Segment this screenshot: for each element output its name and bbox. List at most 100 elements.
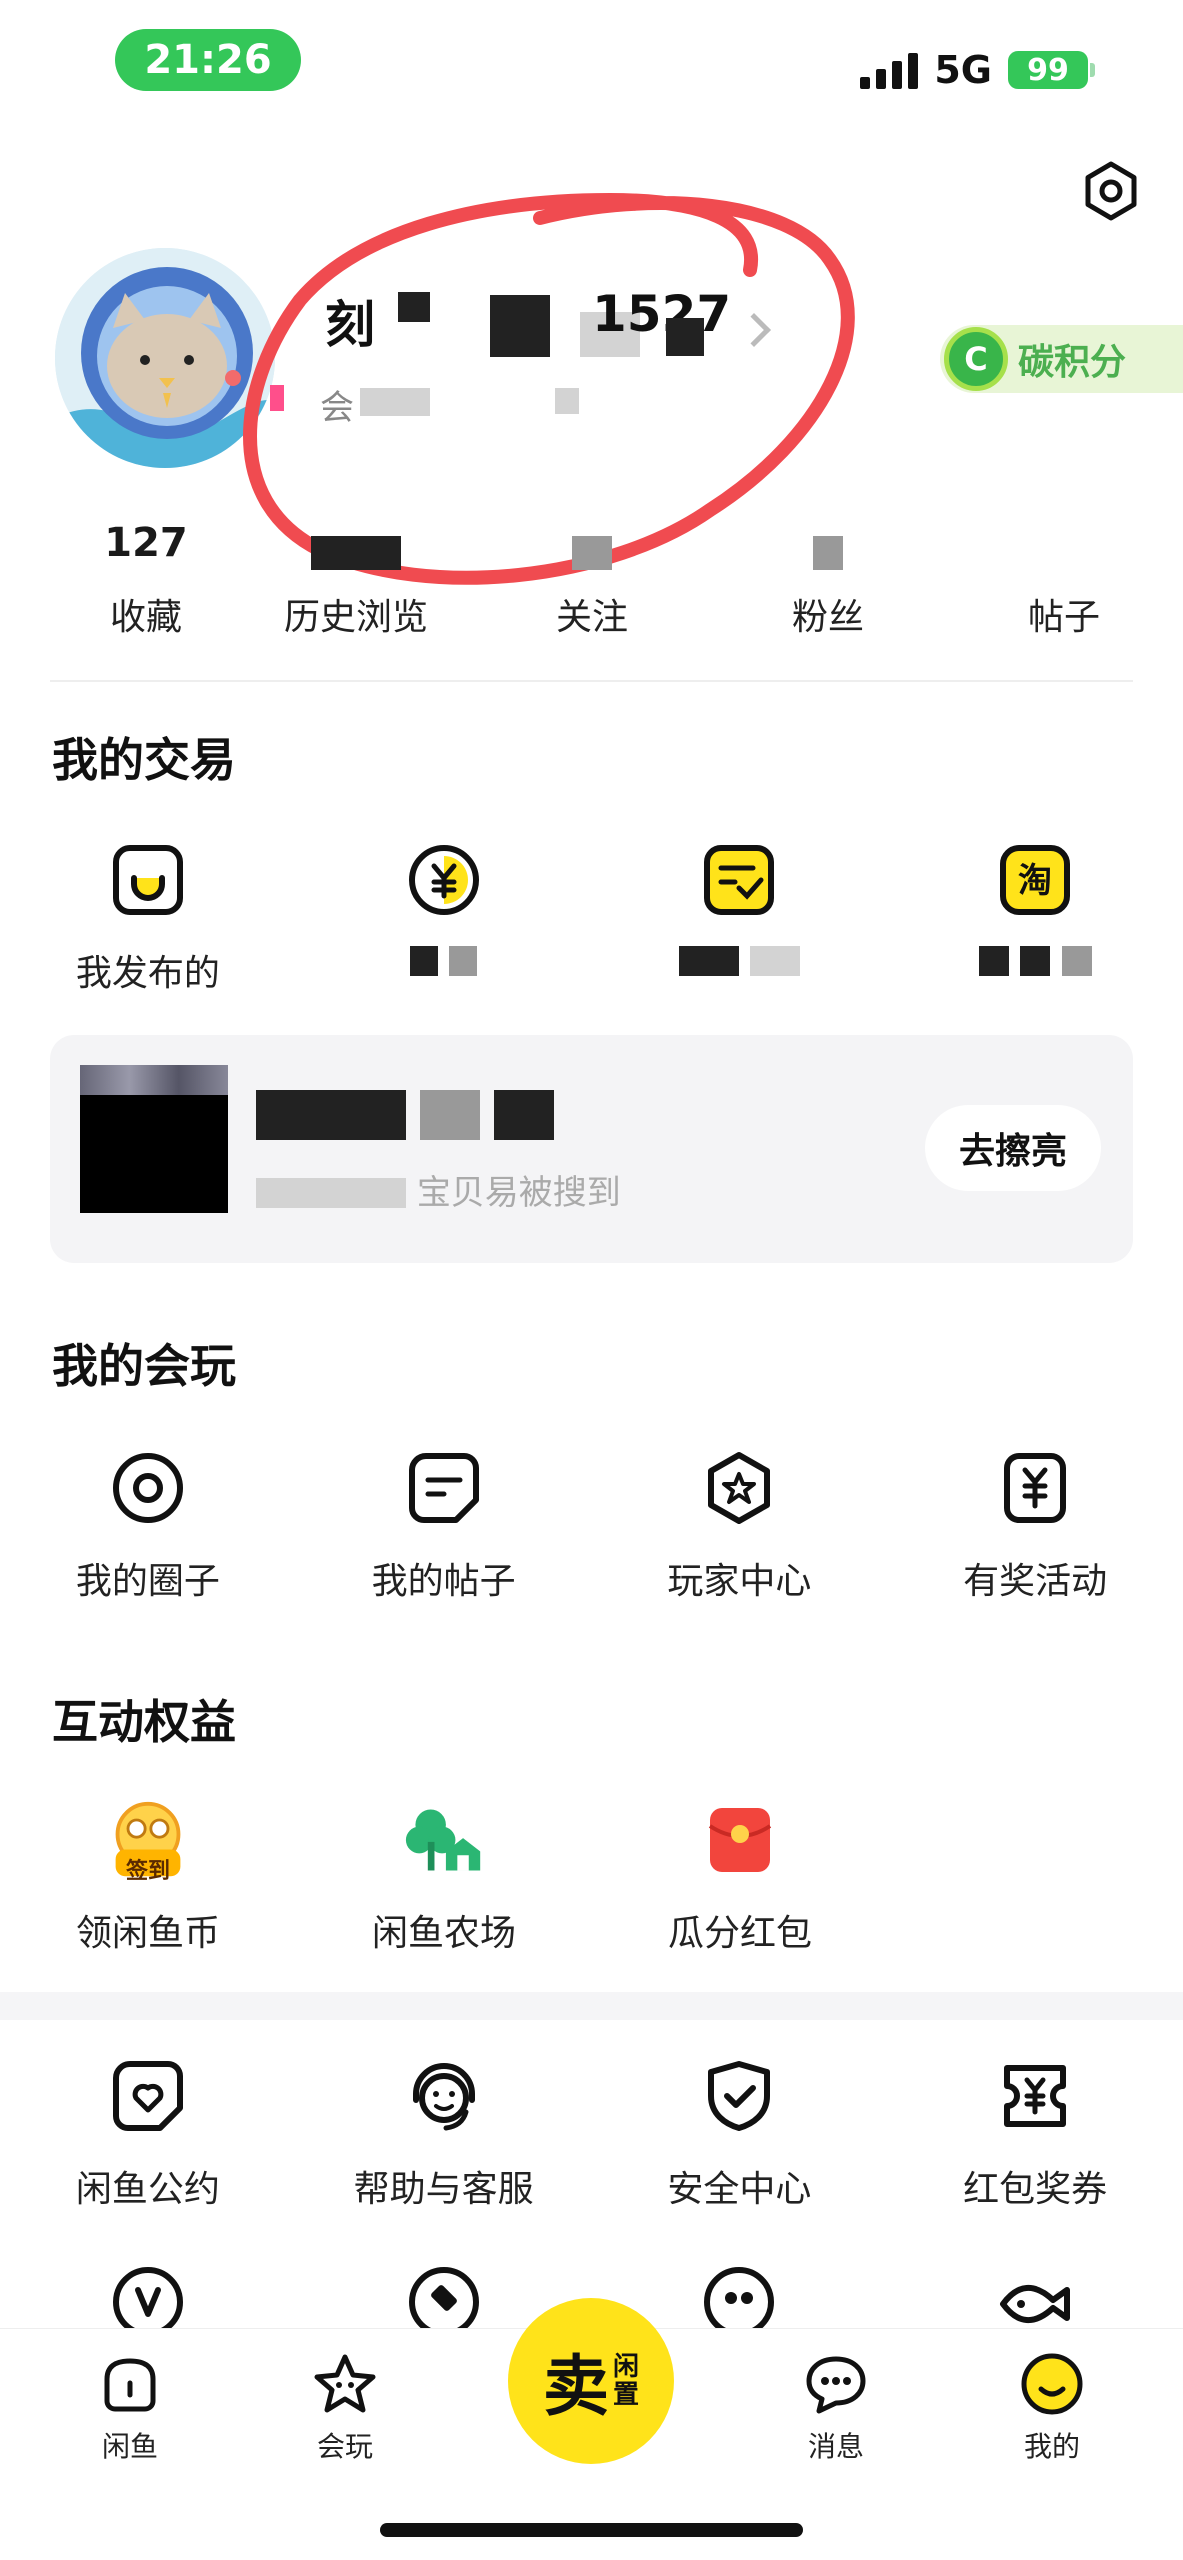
benefit-item-red-envelope[interactable]: 瓜分红包 xyxy=(592,1800,888,1956)
play-item-label: 我的帖子 xyxy=(371,1561,516,1602)
shield-check-icon xyxy=(699,2056,779,2136)
carbon-label: 碳积分 xyxy=(1018,342,1127,383)
service-item-security[interactable]: 安全中心 xyxy=(592,2056,888,2212)
stat-number xyxy=(238,520,474,570)
stat-number xyxy=(710,520,946,570)
stat-posts[interactable]: 帖子 xyxy=(946,520,1182,640)
service-item-coupons[interactable]: 红包奖券 xyxy=(887,2056,1183,2212)
divider xyxy=(50,680,1133,682)
stat-number xyxy=(474,520,710,570)
play-item-rewards[interactable]: 有奖活动 xyxy=(887,1448,1183,1604)
home-indicator[interactable] xyxy=(380,2523,803,2537)
polish-promo-card[interactable]: 宝贝易被搜到 去擦亮 xyxy=(50,1035,1133,1263)
settings-gear-icon[interactable] xyxy=(1080,160,1142,222)
signal-icon xyxy=(860,51,919,89)
star-badge-icon xyxy=(699,1448,779,1528)
chat-icon xyxy=(806,2356,866,2414)
play-grid: 我的圈子 我的帖子 玩家中心 有奖活动 xyxy=(0,1448,1183,1604)
benefit-item-label: 瓜分红包 xyxy=(667,1913,812,1954)
promo-title xyxy=(256,1090,554,1150)
status-indicators: 5G 99 xyxy=(860,45,1095,95)
checkin-badge: 签到 xyxy=(125,1859,170,1884)
benefit-item-label: 闲鱼农场 xyxy=(371,1913,516,1954)
service-item-help[interactable]: 帮助与客服 xyxy=(296,2056,592,2212)
taobao-icon: 淘 xyxy=(995,840,1075,920)
carbon-points-button[interactable]: C 碳积分 xyxy=(940,325,1183,393)
play-item-label: 玩家中心 xyxy=(667,1561,812,1602)
service-item-label: 安全中心 xyxy=(667,2169,812,2210)
sell-main-label: 卖 xyxy=(542,2347,609,2425)
stat-following[interactable]: 关注 xyxy=(474,520,710,640)
post-icon xyxy=(404,1448,484,1528)
status-time: 21:26 xyxy=(115,29,301,91)
stat-label: 粉丝 xyxy=(791,597,864,638)
carbon-c-icon: C xyxy=(944,327,1008,391)
trade-item-taobao[interactable]: 淘 xyxy=(887,840,1183,996)
profile-name[interactable]: 刻 xyxy=(325,285,375,357)
stat-label: 历史浏览 xyxy=(283,597,428,638)
network-type: 5G xyxy=(934,48,992,92)
service-item-label: 帮助与客服 xyxy=(353,2169,534,2210)
nav-label: 闲鱼 xyxy=(101,2430,158,2463)
trade-item-sold[interactable] xyxy=(296,840,592,996)
section-title-play: 我的会玩 xyxy=(52,1339,236,1393)
trade-item-label xyxy=(409,944,478,985)
red-envelope-icon xyxy=(700,1800,780,1880)
trade-grid: 我发布的 淘 xyxy=(0,840,1183,996)
trade-item-label xyxy=(678,944,801,985)
coupon-icon xyxy=(995,2056,1075,2136)
trade-item-label xyxy=(978,944,1092,985)
nav-label: 会玩 xyxy=(316,2430,373,2463)
play-item-player-center[interactable]: 玩家中心 xyxy=(592,1448,888,1604)
battery-icon: 99 xyxy=(1008,51,1095,89)
play-item-label: 有奖活动 xyxy=(963,1561,1108,1602)
play-item-posts[interactable]: 我的帖子 xyxy=(296,1448,592,1604)
nav-label: 我的 xyxy=(1023,2430,1080,2463)
benefit-item-coins[interactable]: 签到 领闲鱼币 xyxy=(0,1800,296,1956)
stat-favorites[interactable]: 127 收藏 xyxy=(28,520,264,640)
nav-me[interactable]: 我的 xyxy=(992,2353,1112,2465)
trade-item-published[interactable]: 我发布的 xyxy=(0,840,296,996)
yen-ticket-icon xyxy=(995,1448,1075,1528)
box-icon xyxy=(108,840,188,920)
stat-label: 收藏 xyxy=(109,597,182,638)
redacted-block xyxy=(555,388,579,414)
avatar[interactable] xyxy=(55,248,275,468)
stat-fans[interactable]: 粉丝 xyxy=(710,520,946,640)
smile-icon xyxy=(1021,2353,1083,2415)
redacted-block xyxy=(360,388,430,416)
redacted-block xyxy=(490,295,550,357)
heart-doc-icon xyxy=(108,2056,188,2136)
profile-subtitle: 会 xyxy=(320,388,354,428)
stat-label: 关注 xyxy=(555,597,628,638)
farm-icon xyxy=(404,1800,484,1880)
polish-button[interactable]: 去擦亮 xyxy=(925,1105,1101,1191)
stat-history[interactable]: 历史浏览 xyxy=(238,520,474,640)
trade-item-label: 我发布的 xyxy=(75,953,220,994)
profile-name-suffix: 1527 xyxy=(592,285,732,343)
order-check-icon xyxy=(699,840,779,920)
benefit-item-farm[interactable]: 闲鱼农场 xyxy=(296,1800,592,1956)
yen-icon xyxy=(404,840,484,920)
chevron-right-icon[interactable] xyxy=(737,313,771,347)
redacted-block xyxy=(398,292,430,322)
stat-number: 127 xyxy=(104,520,188,566)
sell-button[interactable]: 卖 闲 置 xyxy=(508,2298,674,2464)
redacted-block xyxy=(666,318,704,356)
play-item-circles[interactable]: 我的圈子 xyxy=(0,1448,296,1604)
profile-name-text: 刻 xyxy=(325,296,375,354)
nav-play[interactable]: 会玩 xyxy=(285,2353,405,2465)
promo-subtitle: 宝贝易被搜到 xyxy=(256,1165,621,1214)
trade-item-bought[interactable] xyxy=(592,840,888,996)
headset-smile-icon xyxy=(404,2056,484,2136)
services-grid: 闲鱼公约 帮助与客服 安全中心 红包奖券 xyxy=(0,2056,1183,2212)
nav-home[interactable]: 闲鱼 xyxy=(70,2353,190,2465)
service-item-convention[interactable]: 闲鱼公约 xyxy=(0,2056,296,2212)
home-icon xyxy=(104,2358,156,2412)
svg-text:淘: 淘 xyxy=(1018,861,1052,901)
section-title-benefits: 互动权益 xyxy=(52,1695,236,1749)
sell-sub-label: 闲 置 xyxy=(612,2352,639,2410)
section-title-trade: 我的交易 xyxy=(52,733,236,787)
star-face-icon xyxy=(314,2354,376,2413)
nav-messages[interactable]: 消息 xyxy=(776,2353,896,2465)
